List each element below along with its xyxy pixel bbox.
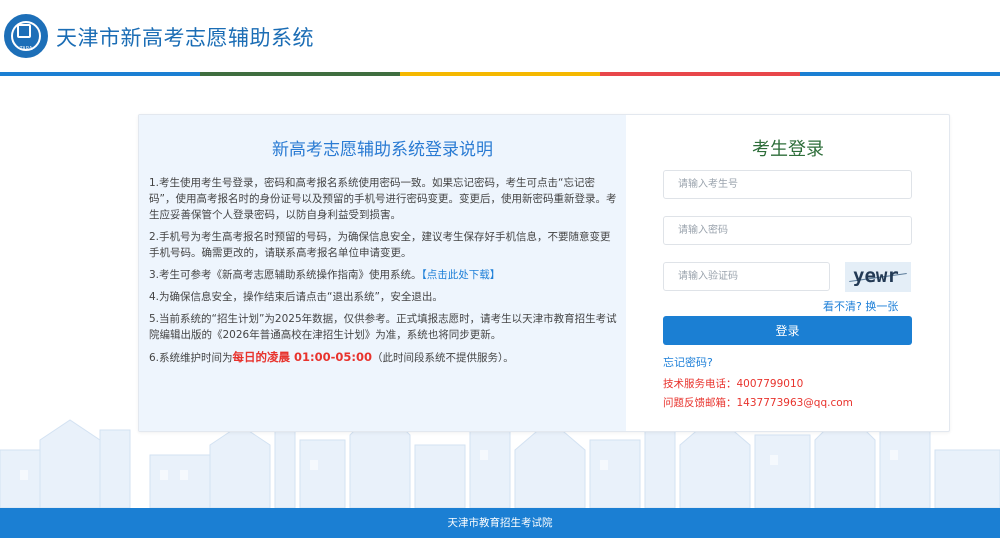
instruction-item-3-text: 3.考生可参考《新高考志愿辅助系统操作指南》使用系统。 [149, 269, 422, 281]
password-input[interactable] [663, 216, 912, 245]
instruction-item-6: 6.系统维护时间为每日的凌晨 01:00-05:00（此时间段系统不提供服务）。 [149, 349, 619, 366]
instruction-item-4: 4.为确保信息安全，操作结束后请点击“退出系统”，安全退出。 [149, 291, 443, 303]
stripe-red [600, 72, 800, 76]
color-stripe [0, 72, 1000, 76]
site-title: 天津市新高考志愿辅助系统 [56, 26, 314, 50]
captcha-input[interactable] [663, 262, 830, 291]
site-header: TARA 天津市新高考志愿辅助系统 [0, 0, 1000, 72]
instructions-title: 新高考志愿辅助系统登录说明 [272, 140, 493, 160]
refresh-captcha-link[interactable]: 看不清? 换一张 [823, 298, 898, 314]
maintenance-time: 每日的凌晨 01:00-05:00 [232, 350, 373, 364]
stripe-blue-2 [800, 72, 1000, 76]
logo-mark [17, 24, 31, 38]
candidate-number-input[interactable] [663, 170, 912, 199]
site-footer: 天津市教育招生考试院 [0, 508, 1000, 538]
instruction-item-1: 1.考生使用考生号登录，密码和高考报名系统使用密码一致。如果忘记密码，考生可点击… [149, 177, 617, 221]
instruction-item-6-prefix: 6.系统维护时间为 [149, 352, 233, 364]
login-card: 新高考志愿辅助系统登录说明 1.考生使用考生号登录，密码和高考报名系统使用密码一… [138, 114, 950, 432]
stripe-yellow [400, 72, 600, 76]
support-phone: 技术服务电话：4007799010 [663, 378, 804, 390]
login-button[interactable]: 登录 [663, 316, 912, 345]
stripe-green [200, 72, 400, 76]
instruction-item-6-suffix: （此时间段系统不提供服务）。 [372, 352, 514, 364]
captcha-text: yewr [853, 265, 899, 287]
instruction-item-2: 2.手机号为考生高考报名时预留的号码，为确保信息安全，建议考生保存好手机信息，不… [149, 231, 611, 259]
instruction-item-5: 5.当前系统的“招生计划”为2025年数据，仅供参考。正式填报志愿时，请考生以天… [149, 313, 617, 341]
stripe-blue [0, 72, 200, 76]
logo-text: TARA [19, 46, 33, 52]
forgot-password-link[interactable]: 忘记密码? [663, 354, 713, 370]
instructions-panel: 新高考志愿辅助系统登录说明 1.考生使用考生号登录，密码和高考报名系统使用密码一… [139, 115, 626, 431]
download-guide-link[interactable]: 【点击此处下载】 [422, 269, 501, 281]
captcha-image[interactable]: yewr [845, 262, 911, 292]
login-panel: 考生登录 yewr 看不清? 换一张 登录 忘记密码? 技术服务电话：40077… [627, 115, 949, 431]
support-email: 问题反馈邮箱：1437773963@qq.com [663, 397, 853, 409]
instructions-list: 1.考生使用考生号登录，密码和高考报名系统使用密码一致。如果忘记密码，考生可点击… [149, 175, 619, 372]
instruction-item-3: 3.考生可参考《新高考志愿辅助系统操作指南》使用系统。【点击此处下载】 [149, 267, 619, 283]
logo: TARA [4, 14, 48, 58]
login-title: 考生登录 [752, 139, 824, 160]
